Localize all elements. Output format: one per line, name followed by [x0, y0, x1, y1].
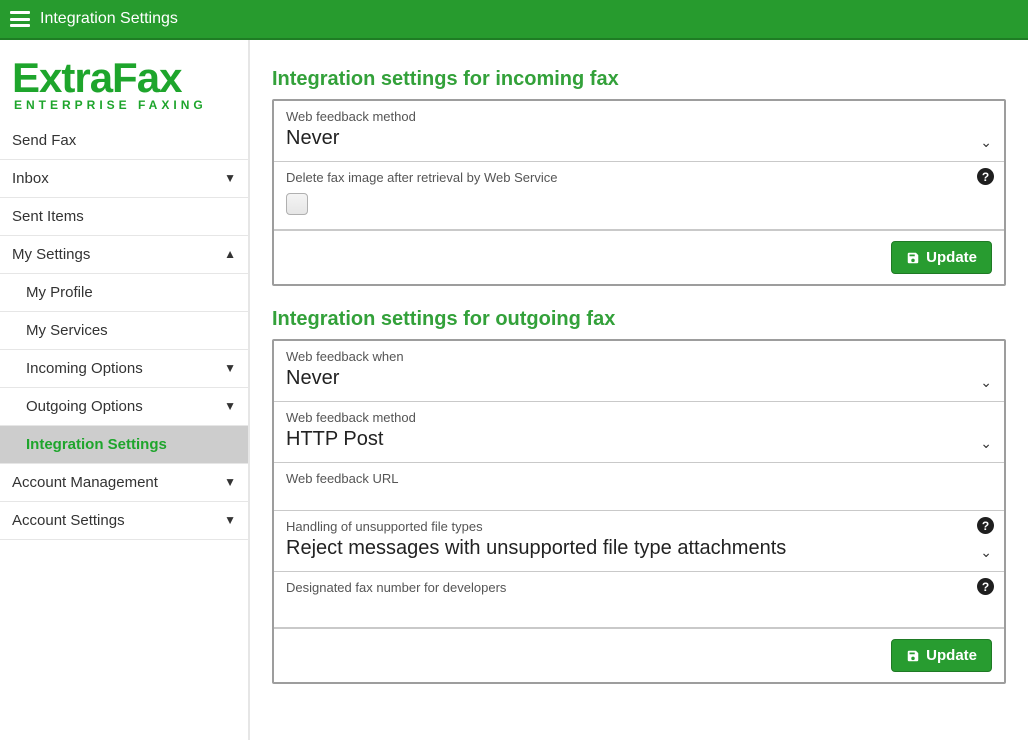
sidebar-item-label: Sent Items: [12, 208, 84, 225]
button-label: Update: [926, 647, 977, 664]
topbar: Integration Settings: [0, 0, 1028, 40]
chevron-down-icon: ▼: [224, 475, 236, 489]
help-icon[interactable]: ?: [977, 578, 994, 595]
outgoing-web-feedback-when[interactable]: Web feedback when Never ⌄: [274, 341, 1004, 402]
sidebar-item-account-settings[interactable]: Account Settings ▼: [0, 502, 248, 539]
sidebar-item-label: My Settings: [12, 246, 90, 263]
outgoing-update-button[interactable]: Update: [891, 639, 992, 672]
field-label: Web feedback URL: [286, 471, 992, 486]
save-icon: [906, 649, 920, 663]
sidebar-item-label: Account Settings: [12, 512, 125, 529]
button-label: Update: [926, 249, 977, 266]
field-value: HTTP Post: [286, 428, 383, 451]
field-label: Web feedback method: [286, 410, 992, 425]
field-label: Web feedback method: [286, 109, 992, 124]
sidebar-nav: Send Fax Inbox ▼ Sent Items My Settings …: [0, 122, 248, 540]
panel-footer: Update: [274, 628, 1004, 682]
chevron-down-icon: ▼: [224, 171, 236, 185]
field-value: Never: [286, 127, 339, 150]
sidebar-item-my-services[interactable]: My Services: [0, 312, 248, 349]
main-content: Integration settings for incoming fax We…: [250, 40, 1028, 740]
sidebar-item-label: Integration Settings: [26, 436, 167, 453]
sidebar-item-label: Incoming Options: [26, 360, 143, 377]
chevron-down-icon: ▼: [224, 513, 236, 527]
field-value: Reject messages with unsupported file ty…: [286, 537, 786, 560]
help-icon[interactable]: ?: [977, 517, 994, 534]
delete-after-retrieval-checkbox[interactable]: [286, 193, 308, 215]
incoming-web-feedback-method[interactable]: Web feedback method Never ⌄: [274, 101, 1004, 162]
sidebar-item-label: My Services: [26, 322, 108, 339]
field-label: Web feedback when: [286, 349, 992, 364]
outgoing-unsupported-handling[interactable]: ? Handling of unsupported file types Rej…: [274, 511, 1004, 572]
chevron-down-icon: ▼: [224, 399, 236, 413]
outgoing-web-feedback-method[interactable]: Web feedback method HTTP Post ⌄: [274, 402, 1004, 463]
field-label: Designated fax number for developers: [286, 580, 992, 595]
incoming-update-button[interactable]: Update: [891, 241, 992, 274]
logo-text: ExtraFax: [12, 58, 236, 98]
save-icon: [906, 251, 920, 265]
incoming-section-title: Integration settings for incoming fax: [272, 68, 1006, 91]
help-icon[interactable]: ?: [977, 168, 994, 185]
sidebar: ExtraFax ENTERPRISE FAXING Send Fax Inbo…: [0, 40, 250, 740]
field-label: Delete fax image after retrieval by Web …: [286, 170, 992, 185]
sidebar-item-inbox[interactable]: Inbox ▼: [0, 160, 248, 197]
chevron-down-icon: ▼: [224, 361, 236, 375]
sidebar-item-account-management[interactable]: Account Management ▼: [0, 464, 248, 501]
sidebar-item-label: My Profile: [26, 284, 93, 301]
sidebar-item-label: Send Fax: [12, 132, 76, 149]
panel-footer: Update: [274, 230, 1004, 284]
sidebar-item-label: Account Management: [12, 474, 158, 491]
chevron-down-icon[interactable]: ⌄: [980, 435, 992, 452]
field-value: Never: [286, 367, 339, 390]
sidebar-item-my-profile[interactable]: My Profile: [0, 274, 248, 311]
page-title: Integration Settings: [40, 10, 178, 28]
logo-subtext: ENTERPRISE FAXING: [12, 98, 236, 112]
menu-icon[interactable]: [10, 11, 30, 27]
incoming-delete-after-retrieval: ? Delete fax image after retrieval by We…: [274, 162, 1004, 230]
field-label: Handling of unsupported file types: [286, 519, 992, 534]
incoming-panel: Web feedback method Never ⌄ ? Delete fax…: [272, 99, 1006, 286]
sidebar-item-my-settings[interactable]: My Settings ▲: [0, 236, 248, 273]
sidebar-item-incoming-options[interactable]: Incoming Options ▼: [0, 350, 248, 387]
sidebar-item-sent-items[interactable]: Sent Items: [0, 198, 248, 235]
chevron-down-icon[interactable]: ⌄: [980, 374, 992, 391]
sidebar-item-label: Inbox: [12, 170, 49, 187]
outgoing-section-title: Integration settings for outgoing fax: [272, 308, 1006, 331]
chevron-down-icon[interactable]: ⌄: [980, 134, 992, 151]
sidebar-item-outgoing-options[interactable]: Outgoing Options ▼: [0, 388, 248, 425]
sidebar-item-label: Outgoing Options: [26, 398, 143, 415]
outgoing-panel: Web feedback when Never ⌄ Web feedback m…: [272, 339, 1006, 684]
outgoing-web-feedback-url[interactable]: Web feedback URL: [274, 463, 1004, 511]
logo: ExtraFax ENTERPRISE FAXING: [0, 40, 248, 122]
chevron-up-icon: ▲: [224, 247, 236, 261]
sidebar-item-integration-settings[interactable]: Integration Settings: [0, 426, 248, 463]
sidebar-item-send-fax[interactable]: Send Fax: [0, 122, 248, 159]
outgoing-designated-fax-number[interactable]: ? Designated fax number for developers: [274, 572, 1004, 628]
chevron-down-icon[interactable]: ⌄: [980, 544, 992, 561]
